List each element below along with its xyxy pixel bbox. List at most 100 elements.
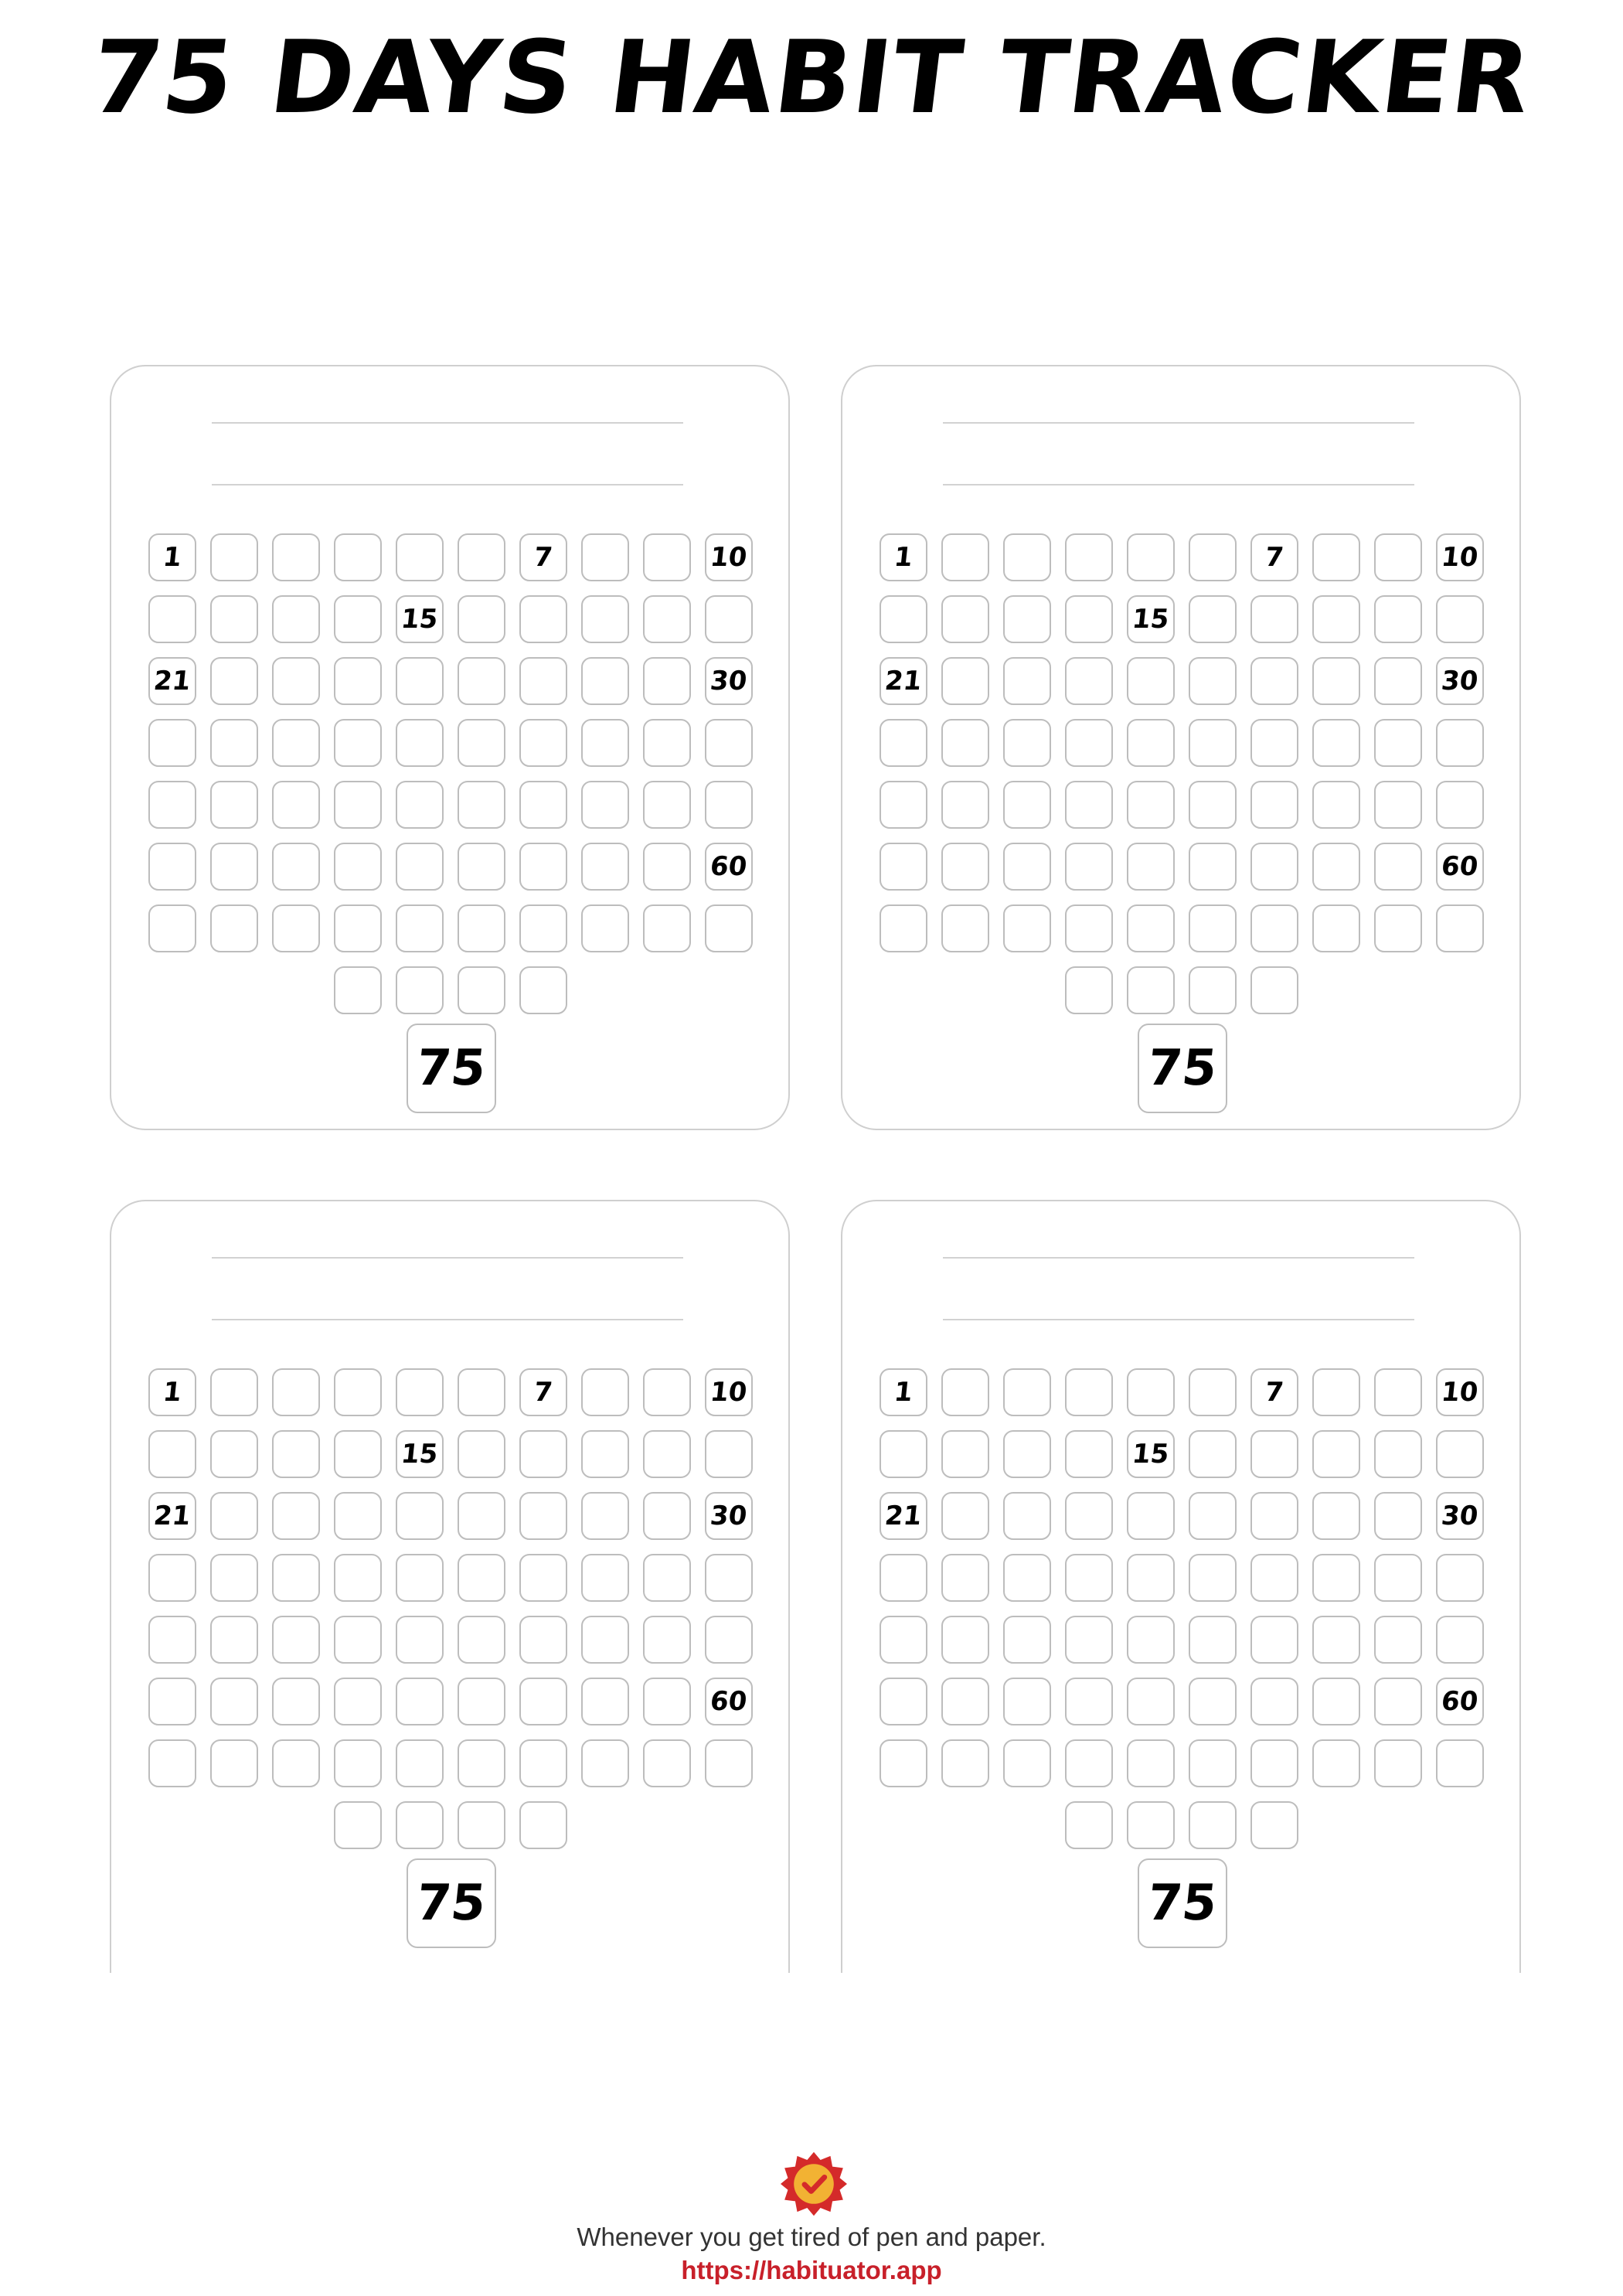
day-cell[interactable] xyxy=(1127,719,1175,767)
day-cell[interactable] xyxy=(1065,1739,1113,1787)
day-cell[interactable] xyxy=(1189,1554,1237,1602)
day-cell[interactable] xyxy=(1189,533,1237,581)
habit-name-line[interactable] xyxy=(212,484,683,485)
day-cell[interactable]: 1 xyxy=(148,533,196,581)
day-cell[interactable] xyxy=(1003,843,1051,891)
day-cell[interactable] xyxy=(458,1554,505,1602)
day-cell[interactable] xyxy=(1127,1368,1175,1416)
day-cell[interactable] xyxy=(458,1368,505,1416)
day-cell[interactable] xyxy=(643,781,691,829)
day-cell[interactable]: 7 xyxy=(519,1368,567,1416)
day-cell[interactable] xyxy=(396,1616,444,1664)
day-cell[interactable]: 21 xyxy=(880,1492,927,1540)
day-cell[interactable] xyxy=(581,1368,629,1416)
day-cell[interactable] xyxy=(334,595,382,643)
day-cell[interactable] xyxy=(272,1616,320,1664)
day-cell[interactable] xyxy=(148,1739,196,1787)
day-cell[interactable] xyxy=(1312,1739,1360,1787)
day-cell[interactable] xyxy=(1127,533,1175,581)
day-cell[interactable] xyxy=(1065,533,1113,581)
day-cell[interactable] xyxy=(334,1430,382,1478)
day-cell[interactable] xyxy=(1312,781,1360,829)
day-cell[interactable] xyxy=(880,719,927,767)
day-cell[interactable] xyxy=(272,1739,320,1787)
day-cell[interactable] xyxy=(581,843,629,891)
day-cell[interactable] xyxy=(1250,1616,1298,1664)
day-cell[interactable] xyxy=(272,719,320,767)
day-cell[interactable] xyxy=(1065,1801,1113,1849)
habit-name-line[interactable] xyxy=(943,1257,1414,1259)
day-cell[interactable] xyxy=(1189,1368,1237,1416)
day-cell[interactable] xyxy=(643,904,691,952)
final-day-cell[interactable]: 75 xyxy=(407,1024,496,1113)
day-cell[interactable] xyxy=(334,843,382,891)
day-cell[interactable] xyxy=(519,595,567,643)
day-cell[interactable] xyxy=(643,1554,691,1602)
day-cell[interactable] xyxy=(210,595,258,643)
day-cell[interactable] xyxy=(643,1678,691,1725)
day-cell[interactable] xyxy=(1127,1492,1175,1540)
day-cell[interactable] xyxy=(1374,657,1422,705)
day-cell[interactable] xyxy=(1312,719,1360,767)
day-cell[interactable] xyxy=(1250,1678,1298,1725)
day-cell[interactable] xyxy=(396,843,444,891)
day-cell[interactable]: 1 xyxy=(148,1368,196,1416)
day-cell[interactable] xyxy=(941,1368,989,1416)
day-cell[interactable] xyxy=(880,1616,927,1664)
day-cell[interactable] xyxy=(1189,904,1237,952)
day-cell[interactable] xyxy=(148,1554,196,1602)
day-cell[interactable] xyxy=(1436,1616,1484,1664)
day-cell[interactable] xyxy=(519,1554,567,1602)
day-cell[interactable] xyxy=(334,1368,382,1416)
day-cell[interactable]: 1 xyxy=(880,1368,927,1416)
day-cell[interactable] xyxy=(1127,1801,1175,1849)
day-cell[interactable] xyxy=(1374,781,1422,829)
day-cell[interactable] xyxy=(1065,719,1113,767)
day-cell[interactable] xyxy=(458,966,505,1014)
day-cell[interactable] xyxy=(581,657,629,705)
day-cell[interactable] xyxy=(396,657,444,705)
day-cell[interactable] xyxy=(941,843,989,891)
day-cell[interactable] xyxy=(1250,1739,1298,1787)
day-cell[interactable] xyxy=(210,781,258,829)
day-cell[interactable] xyxy=(519,966,567,1014)
day-cell[interactable] xyxy=(941,904,989,952)
day-cell[interactable] xyxy=(396,1554,444,1602)
day-cell[interactable] xyxy=(705,1554,753,1602)
day-cell[interactable] xyxy=(210,533,258,581)
day-cell[interactable] xyxy=(1250,657,1298,705)
day-cell[interactable] xyxy=(519,1678,567,1725)
day-cell[interactable] xyxy=(519,657,567,705)
day-cell[interactable] xyxy=(458,1739,505,1787)
day-cell[interactable]: 10 xyxy=(1436,1368,1484,1416)
day-cell[interactable] xyxy=(581,1616,629,1664)
day-cell[interactable]: 10 xyxy=(705,1368,753,1416)
day-cell[interactable] xyxy=(1189,719,1237,767)
day-cell[interactable] xyxy=(210,1492,258,1540)
day-cell[interactable] xyxy=(334,1554,382,1602)
day-cell[interactable] xyxy=(1003,1616,1051,1664)
day-cell[interactable] xyxy=(1003,595,1051,643)
day-cell[interactable] xyxy=(1374,843,1422,891)
day-cell[interactable] xyxy=(396,1368,444,1416)
day-cell[interactable] xyxy=(581,595,629,643)
day-cell[interactable] xyxy=(1127,1739,1175,1787)
day-cell[interactable] xyxy=(1127,904,1175,952)
day-cell[interactable] xyxy=(941,533,989,581)
day-cell[interactable] xyxy=(1374,904,1422,952)
day-cell[interactable] xyxy=(272,1554,320,1602)
day-cell[interactable] xyxy=(334,533,382,581)
day-cell[interactable] xyxy=(334,1678,382,1725)
day-cell[interactable]: 7 xyxy=(1250,533,1298,581)
day-cell[interactable] xyxy=(1189,843,1237,891)
day-cell[interactable] xyxy=(272,657,320,705)
day-cell[interactable]: 30 xyxy=(1436,1492,1484,1540)
day-cell[interactable] xyxy=(210,904,258,952)
day-cell[interactable]: 7 xyxy=(1250,1368,1298,1416)
day-cell[interactable] xyxy=(458,1616,505,1664)
day-cell[interactable] xyxy=(519,719,567,767)
day-cell[interactable] xyxy=(1436,1430,1484,1478)
day-cell[interactable] xyxy=(880,1430,927,1478)
day-cell[interactable] xyxy=(1003,533,1051,581)
day-cell[interactable] xyxy=(880,1678,927,1725)
